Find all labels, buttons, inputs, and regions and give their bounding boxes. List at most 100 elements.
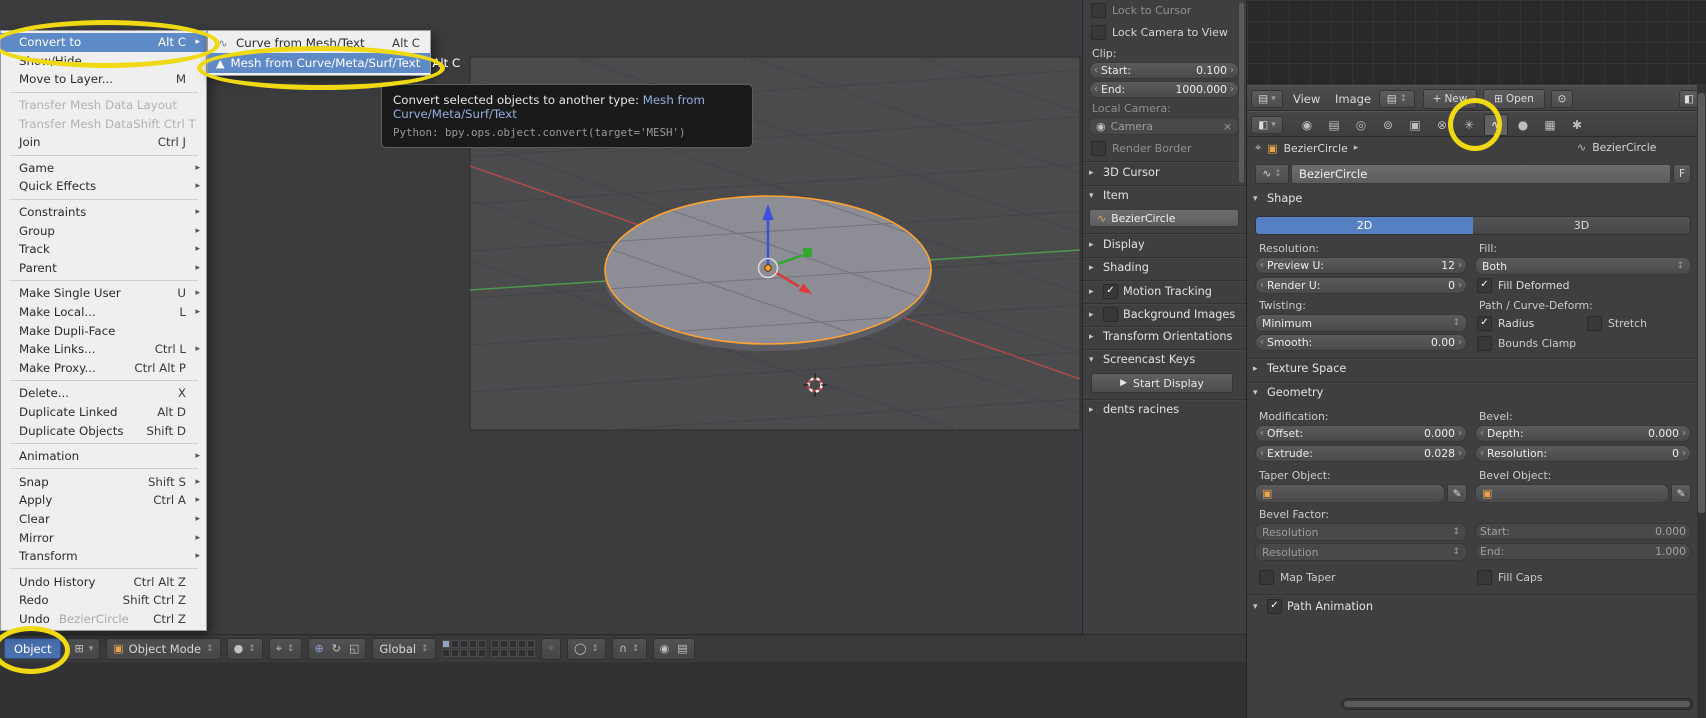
layer-cell[interactable] [468, 649, 477, 657]
checkbox-icon[interactable] [1587, 316, 1602, 331]
panel-header-geometry[interactable]: ▾ Geometry [1253, 386, 1323, 399]
submenu-item-curve-from-mesh-text[interactable]: ∿ Curve from Mesh/Text Alt C [208, 33, 430, 53]
bevel-factor-end-field[interactable]: End: 1.000 [1475, 543, 1691, 560]
panel-header-shape[interactable]: ▾ Shape [1253, 192, 1302, 205]
tab-scene[interactable]: ◎ [1349, 114, 1373, 136]
expand-arrow-icon[interactable]: ▸ [1089, 310, 1098, 320]
collapse-arrow-icon[interactable]: ▾ [1089, 355, 1098, 365]
proportional-edit-select[interactable]: ◯ ↕ [567, 637, 606, 660]
collapse-arrow-icon[interactable]: ▾ [1253, 602, 1262, 612]
checkbox-checked-icon[interactable]: ✓ [1477, 278, 1492, 293]
checkbox-icon[interactable] [1091, 141, 1106, 156]
layer-grid[interactable] [441, 640, 486, 657]
checkbox-checked-icon[interactable]: ✓ [1267, 599, 1282, 614]
checkbox-icon[interactable] [1091, 25, 1106, 40]
tab-object[interactable]: ▣ [1403, 114, 1427, 136]
tab-material[interactable]: ● [1511, 114, 1535, 136]
item-name-field[interactable]: ∿ BezierCircle [1089, 209, 1239, 227]
menu-item-make-single-user[interactable]: Make Single User U ▸ [1, 284, 206, 303]
fill-mode-select[interactable]: Both ↕ [1475, 257, 1691, 275]
clip-start-field[interactable]: ‹ Start: 0.100 › [1089, 62, 1239, 79]
menu-item-make-proxy[interactable]: Make Proxy... Ctrl Alt P [1, 359, 206, 378]
layer-cell[interactable] [477, 649, 486, 657]
menu-item-animation[interactable]: Animation ▸ [1, 447, 206, 466]
bevel-factor-start-mapping-select[interactable]: Resolution ↕ [1255, 523, 1467, 541]
tab-texture[interactable]: ▦ [1538, 114, 1562, 136]
menu-item-game[interactable]: Game ▸ [1, 159, 206, 178]
menu-item-move-to-layer[interactable]: Move to Layer... M [1, 70, 206, 89]
lock-to-cursor-toggle[interactable]: Lock to Cursor [1091, 3, 1241, 18]
menu-item-duplicate-objects[interactable]: Duplicate Objects Shift D [1, 421, 206, 440]
menu-view[interactable]: View [1293, 92, 1320, 106]
layer-cell[interactable] [490, 640, 499, 648]
menu-item-group[interactable]: Group ▸ [1, 221, 206, 240]
button-2d[interactable]: 2D [1256, 217, 1473, 234]
start-display-button[interactable]: ▶ Start Display [1091, 373, 1233, 393]
render-u-field[interactable]: ‹ Render U: 0 › [1255, 277, 1467, 294]
menu-item-show-hide[interactable]: Show/Hide [1, 52, 206, 71]
render-border-toggle[interactable]: Render Border [1091, 141, 1241, 156]
expand-arrow-icon[interactable]: ▸ [1253, 364, 1262, 374]
snap-select[interactable]: ∩ ↕ [611, 637, 647, 660]
layer-cell[interactable] [499, 649, 508, 657]
increment-icon[interactable]: › [1230, 84, 1234, 95]
panel-header-texture-space[interactable]: ▸ Texture Space [1253, 362, 1346, 375]
collapse-arrow-icon[interactable]: ▾ [1253, 194, 1262, 204]
button-3d[interactable]: 3D [1473, 217, 1690, 234]
id-type-icon-button[interactable]: ∿ ↕ [1255, 164, 1289, 184]
fill-caps-toggle[interactable]: Fill Caps [1477, 570, 1543, 585]
menu-item-quick-effects[interactable]: Quick Effects ▸ [1, 177, 206, 196]
tab-object-data-curve[interactable]: ∿ [1484, 114, 1508, 136]
menu-item-transform[interactable]: Transform ▸ [1, 547, 206, 566]
checkbox-icon[interactable] [1259, 570, 1274, 585]
checkbox-checked-icon[interactable]: ✓ [1103, 284, 1118, 299]
properties-horizontal-scrollbar[interactable] [1341, 698, 1693, 710]
layer-cell[interactable] [441, 640, 450, 648]
image-editor-type-selector[interactable]: ▤ ▾ [1251, 90, 1283, 108]
bevel-object-select[interactable]: ▣ [1475, 484, 1669, 503]
taper-object-select[interactable]: ▣ [1255, 484, 1445, 503]
new-image-button[interactable]: + New [1423, 89, 1477, 109]
object-menu-button[interactable]: Object [4, 638, 62, 659]
bevel-depth-field[interactable]: ‹ Depth: 0.000 › [1475, 425, 1691, 442]
menu-item-track[interactable]: Track ▸ [1, 240, 206, 259]
panel-header-background-images[interactable]: ▸ Background Images [1089, 307, 1235, 322]
bevel-factor-start-field[interactable]: Start: 0.000 [1475, 523, 1691, 540]
properties-editor-type-selector[interactable]: ◧ ▾ [1251, 116, 1283, 134]
panel-header-transform-orientations[interactable]: ▸ Transform Orientations [1089, 330, 1232, 343]
stretch-toggle[interactable]: Stretch [1587, 316, 1647, 331]
layer-cell[interactable] [508, 649, 517, 657]
panel-header-item[interactable]: ▾ Item [1089, 189, 1129, 202]
submenu-item-mesh-from-curve-meta-surf-text[interactable]: ▲ Mesh from Curve/Meta/Surf/Text Alt C [208, 53, 460, 73]
breadcrumb-data-name[interactable]: BezierCircle [1592, 141, 1656, 154]
menu-item-apply[interactable]: Apply Ctrl A ▸ [1, 491, 206, 510]
pivot-point-select[interactable]: ⌖ ↕ [268, 637, 302, 660]
menu-item-parent[interactable]: Parent ▸ [1, 259, 206, 278]
id-name-field[interactable]: BezierCircle [1291, 164, 1671, 184]
tab-modifiers[interactable]: ✳ [1457, 114, 1481, 136]
checkbox-icon[interactable] [1091, 3, 1106, 18]
layer-cell[interactable] [517, 649, 526, 657]
decrement-icon[interactable]: ‹ [1094, 84, 1098, 95]
menu-item-clear[interactable]: Clear ▸ [1, 510, 206, 529]
menu-item-make-local[interactable]: Make Local... L ▸ [1, 303, 206, 322]
expand-arrow-icon[interactable]: ▸ [1089, 287, 1098, 297]
header-options-button[interactable]: ◧ [1679, 90, 1699, 108]
bevel-factor-end-mapping-select[interactable]: Resolution ↕ [1255, 543, 1467, 561]
bounds-clamp-toggle[interactable]: Bounds Clamp [1477, 336, 1576, 351]
menu-item-redo[interactable]: Redo Shift Ctrl Z [1, 591, 206, 610]
n-panel-scrollbar[interactable] [1239, 3, 1244, 183]
checkbox-icon[interactable] [1477, 570, 1492, 585]
properties-scrollbar[interactable] [1697, 85, 1706, 718]
menu-item-undo[interactable]: Undo BezierCircle Ctrl Z [1, 610, 206, 629]
panel-header-dents-racines[interactable]: ▸ dents racines [1089, 403, 1179, 416]
preview-u-field[interactable]: ‹ Preview U: 12 › [1255, 257, 1467, 274]
layer-cell[interactable] [517, 640, 526, 648]
layer-cell[interactable] [526, 649, 535, 657]
tab-constraints[interactable]: ⊗ [1430, 114, 1454, 136]
layer-cell[interactable] [499, 640, 508, 648]
layer-cell[interactable] [468, 640, 477, 648]
image-browse-select[interactable]: ▤ ↕ [1379, 90, 1415, 108]
panel-header-shading[interactable]: ▸ Shading [1089, 261, 1149, 274]
layer-cell[interactable] [450, 640, 459, 648]
